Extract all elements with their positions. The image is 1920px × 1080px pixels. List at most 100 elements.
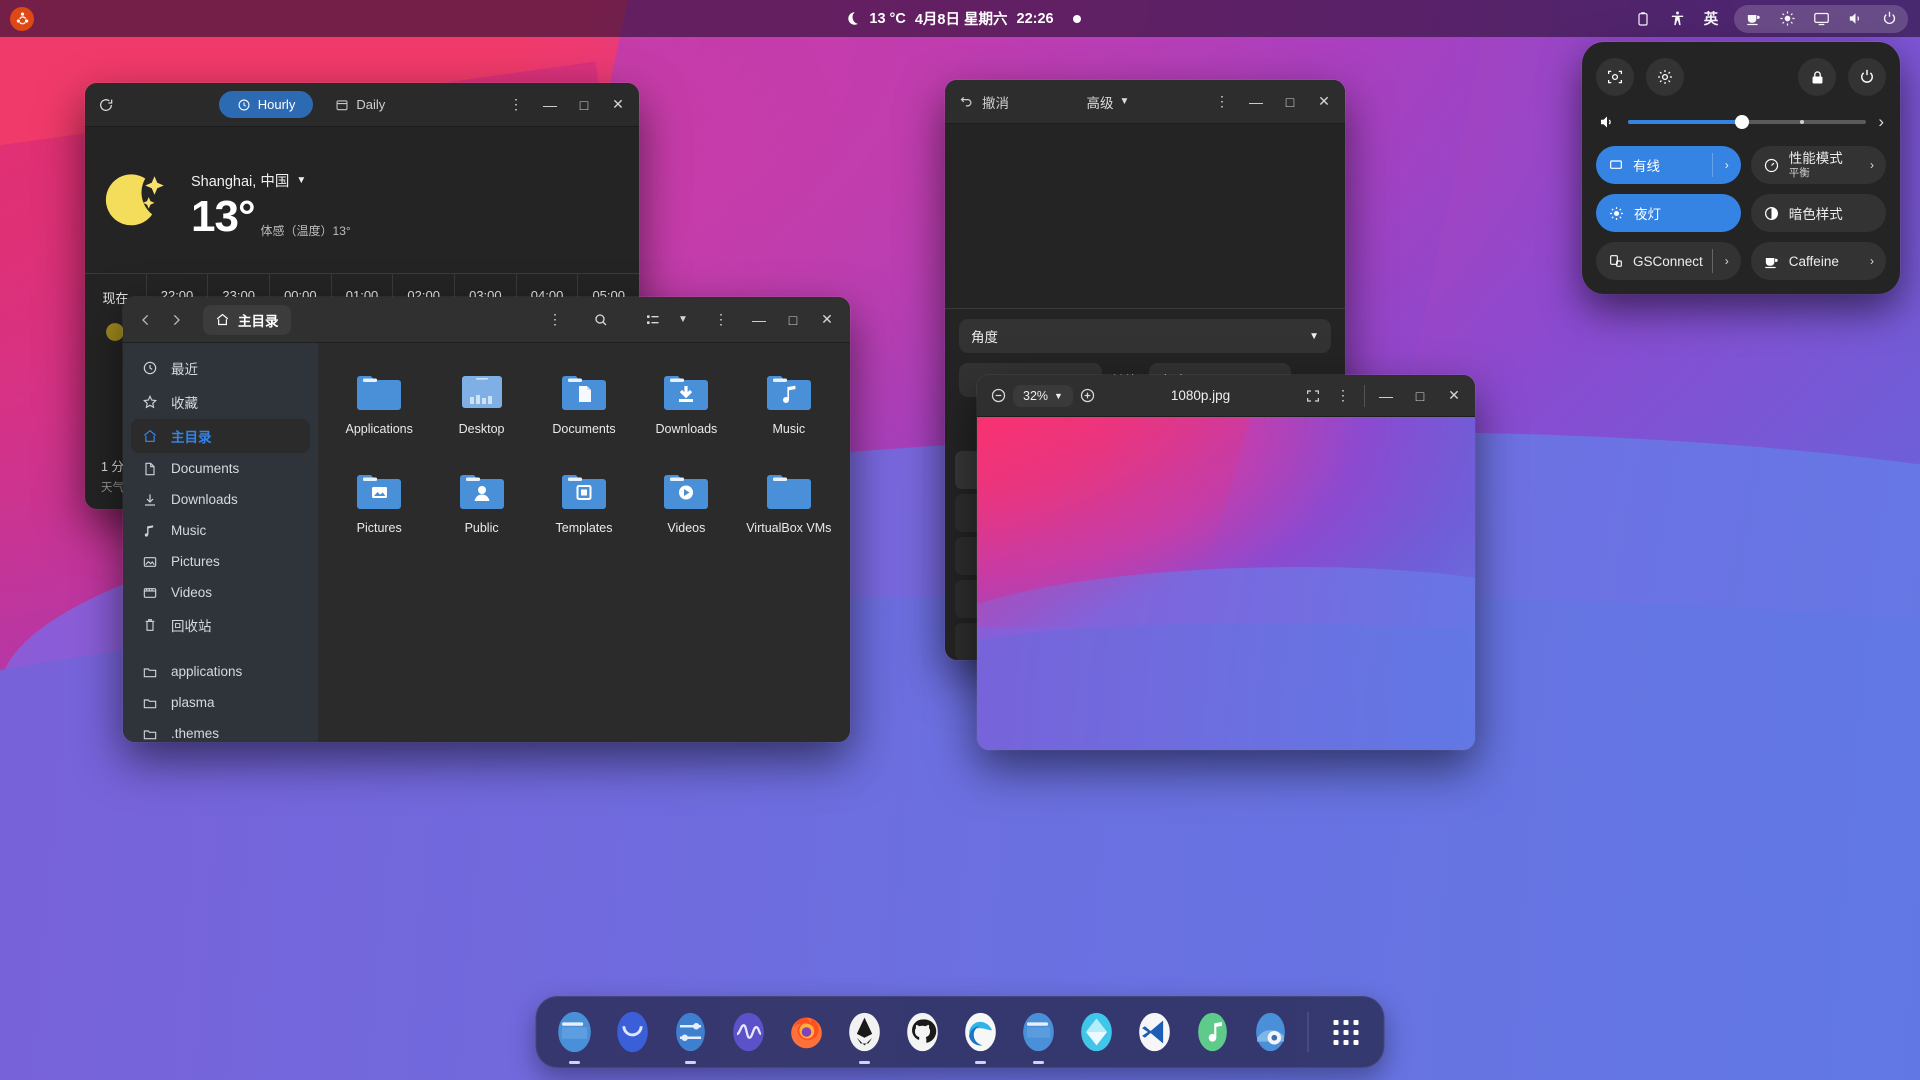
dock-item-firefox[interactable] [782, 1007, 832, 1057]
nav-forward-button[interactable] [161, 305, 191, 335]
file-item-desktop[interactable]: Desktop [430, 365, 532, 442]
view-options-chevron-down-icon[interactable]: ▼ [668, 305, 698, 335]
sidebar-item-pictures[interactable]: Pictures [131, 546, 310, 577]
calculator-maximize-button[interactable]: □ [1275, 87, 1305, 117]
dock-item-image-viewer[interactable] [1246, 1007, 1296, 1057]
weather-view-tabs[interactable]: Hourly Daily [218, 91, 403, 118]
weather-minimize-button[interactable]: — [535, 90, 565, 120]
unit-from-dropdown[interactable]: 角度 ▼ [959, 319, 1331, 353]
file-item-videos[interactable]: Videos [635, 464, 737, 541]
sidebar-item-plasma-folder[interactable]: plasma [131, 687, 310, 718]
file-item-documents[interactable]: Documents [533, 365, 635, 442]
calculator-undo-button[interactable]: 撤消 [951, 92, 1009, 112]
dock-item-github-desktop[interactable] [898, 1007, 948, 1057]
volume-slider[interactable] [1628, 115, 1867, 129]
chevron-right-icon[interactable]: › [1711, 249, 1729, 273]
calculator-mode-dropdown[interactable]: 高级 ▼ [1087, 92, 1130, 112]
tab-hourly[interactable]: Hourly [218, 91, 314, 118]
refresh-icon[interactable] [91, 90, 121, 120]
image-viewer-minimize-button[interactable]: — [1371, 381, 1401, 411]
dock-item-files[interactable] [550, 1007, 600, 1064]
list-view-icon[interactable] [638, 305, 668, 335]
image-viewer-window[interactable]: 32% ▼ 1080p.jpg ⋮ — □ ✕ [977, 375, 1475, 750]
caffeine-icon[interactable] [1736, 6, 1770, 32]
sidebar-item-recent[interactable]: 最近 [131, 351, 310, 385]
tray-pill[interactable] [1734, 4, 1908, 33]
sidebar-item-downloads[interactable]: Downloads [131, 484, 310, 515]
sidebar-item-starred[interactable]: 收藏 [131, 385, 310, 419]
dock-item-edge[interactable] [956, 1007, 1006, 1064]
app-grid-icon[interactable] [1321, 1007, 1371, 1057]
weather-location[interactable]: Shanghai, 中国 ▼ [191, 170, 351, 191]
weather-maximize-button[interactable]: □ [569, 90, 599, 120]
weather-close-button[interactable]: ✕ [603, 90, 633, 120]
quick-settings-panel[interactable]: › 有线 › 性能模式 平衡 › 夜灯 暗色样式 GSConnect › Caf… [1582, 42, 1900, 294]
file-item-templates[interactable]: Templates [533, 464, 635, 541]
zoom-out-icon[interactable] [983, 381, 1013, 411]
file-manager-window[interactable]: 主目录 ⋮ ▼ ⋮ — □ ✕ 最近 收藏 主目录 Documents Down… [123, 297, 850, 742]
top-bar-clock-area[interactable]: 13 °C 4月8日 星期六 22:26 [300, 8, 1626, 29]
sidebar-item-home[interactable]: 主目录 [131, 419, 310, 453]
zoom-in-icon[interactable] [1073, 381, 1103, 411]
nav-back-button[interactable] [131, 305, 161, 335]
volume-icon[interactable] [1838, 6, 1872, 32]
dock-item-vscode[interactable] [1130, 1007, 1180, 1057]
file-item-downloads[interactable]: Downloads [635, 365, 737, 442]
sidebar-item-videos[interactable]: Videos [131, 577, 310, 608]
sidebar-item-music[interactable]: Music [131, 515, 310, 546]
image-canvas[interactable] [977, 417, 1475, 750]
ubuntu-logo-icon[interactable] [10, 6, 34, 31]
gear-icon[interactable] [1646, 58, 1684, 96]
image-viewer-menu-button[interactable]: ⋮ [1328, 381, 1358, 411]
dock-item-inkscape[interactable] [840, 1007, 890, 1064]
calculator-minimize-button[interactable]: — [1241, 87, 1271, 117]
dock-item-kdenlive[interactable] [1072, 1007, 1122, 1057]
file-item-virtualbox-vms[interactable]: VirtualBox VMs [738, 464, 840, 541]
volume-icon[interactable] [1598, 113, 1616, 131]
search-icon[interactable] [586, 305, 616, 335]
file-item-music[interactable]: Music [738, 365, 840, 442]
dock-item-weather[interactable] [608, 1007, 658, 1057]
file-manager-minimize-button[interactable]: — [744, 305, 774, 335]
sidebar-item-themes-folder[interactable]: .themes [131, 718, 310, 742]
dock-item-music[interactable] [1188, 1007, 1238, 1057]
file-item-public[interactable]: Public [430, 464, 532, 541]
tile-wired-network[interactable]: 有线 › [1596, 146, 1741, 184]
calculator-menu-button[interactable]: ⋮ [1207, 87, 1237, 117]
file-item-pictures[interactable]: Pictures [328, 464, 430, 541]
sidebar-item-applications-folder[interactable]: applications [131, 656, 310, 687]
file-item-applications[interactable]: Applications [328, 365, 430, 442]
volume-expand-arrow[interactable]: › [1878, 112, 1884, 132]
weather-menu-button[interactable]: ⋮ [501, 90, 531, 120]
volume-slider-handle[interactable] [1735, 115, 1750, 129]
breadcrumb[interactable]: 主目录 [203, 304, 291, 335]
tile-dark-style[interactable]: 暗色样式 [1750, 194, 1886, 232]
display-icon[interactable] [1804, 6, 1838, 32]
sidebar-item-trash[interactable]: 回收站 [131, 608, 310, 642]
tile-performance-mode[interactable]: 性能模式 平衡 › [1750, 146, 1886, 184]
lock-icon[interactable] [1798, 58, 1836, 96]
volume-slider-row[interactable]: › [1598, 112, 1884, 132]
image-viewer-close-button[interactable]: ✕ [1439, 381, 1469, 411]
tile-caffeine[interactable]: Caffeine › [1750, 242, 1886, 280]
path-menu-button[interactable]: ⋮ [540, 305, 570, 335]
dock-item-system-monitor[interactable] [724, 1007, 774, 1057]
power-icon[interactable] [1848, 58, 1886, 96]
tile-gsconnect[interactable]: GSConnect › [1596, 242, 1741, 280]
image-viewer-maximize-button[interactable]: □ [1405, 381, 1435, 411]
input-method-indicator[interactable]: 英 [1694, 6, 1728, 32]
chevron-down-icon[interactable]: ▼ [296, 175, 306, 186]
file-manager-maximize-button[interactable]: □ [778, 305, 808, 335]
sidebar-item-documents[interactable]: Documents [131, 453, 310, 484]
clipboard-icon[interactable] [1626, 6, 1660, 32]
dock-item-nautilus[interactable] [1014, 1007, 1064, 1064]
dock-item-settings[interactable] [666, 1007, 716, 1064]
chevron-right-icon[interactable]: › [1870, 254, 1874, 268]
tile-night-light[interactable]: 夜灯 [1596, 194, 1741, 232]
file-manager-menu-button[interactable]: ⋮ [706, 305, 736, 335]
accessibility-icon[interactable] [1660, 6, 1694, 32]
chevron-right-icon[interactable]: › [1870, 158, 1874, 172]
chevron-right-icon[interactable]: › [1711, 153, 1729, 177]
screenshot-icon[interactable] [1596, 58, 1634, 96]
power-icon[interactable] [1872, 6, 1906, 32]
